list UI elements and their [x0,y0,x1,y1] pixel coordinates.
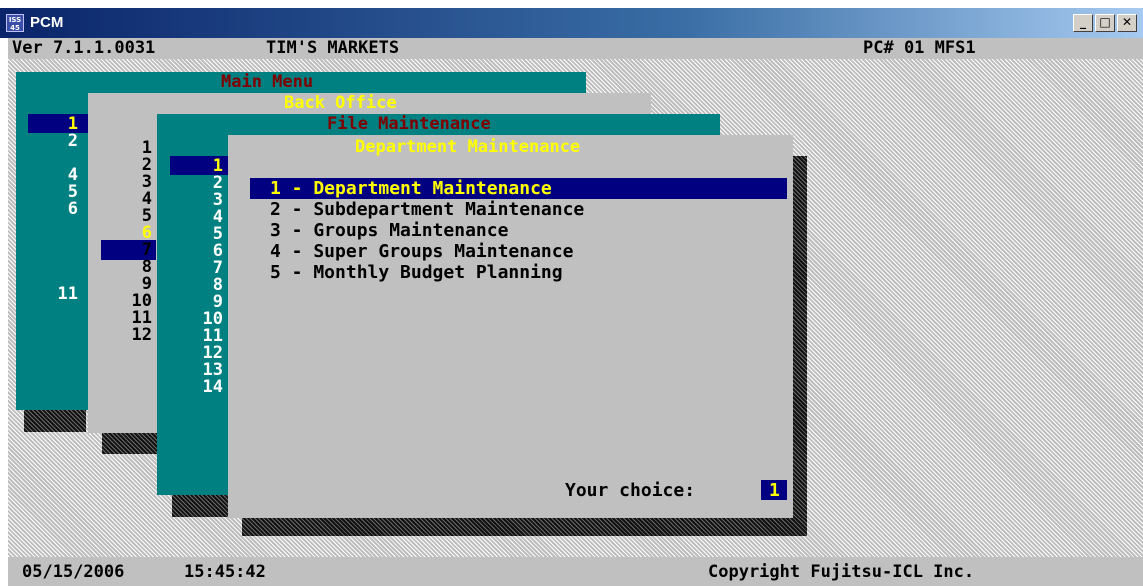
minimize-icon[interactable]: _ [1073,14,1093,32]
choice-label: Your choice: [565,480,696,501]
menu-item-department-maintenance[interactable]: 1 - Department Maintenance [270,178,552,199]
menu-item-super-groups-maintenance[interactable]: 4 - Super Groups Maintenance [270,241,573,262]
pc-id: PC# 01 MFS1 [863,38,976,58]
main-menu-shadow [24,410,86,432]
window-title-bar[interactable]: ISS 45 PCM _ □ ✕ [0,8,1143,38]
main-menu-title: Main Menu [221,72,314,92]
status-date: 05/15/2006 [22,562,125,582]
menu-item-subdepartment-maintenance[interactable]: 2 - Subdepartment Maintenance [270,199,584,220]
file-maintenance-title: File Maintenance [327,114,491,134]
window-title: PCM [30,14,64,31]
status-time: 15:45:42 [184,562,266,582]
maximize-icon[interactable]: □ [1095,14,1115,32]
choice-input[interactable]: 1 [761,480,787,501]
app-icon[interactable]: ISS 45 [6,14,24,32]
department-panel-shadow-right [793,156,807,536]
back-office-title: Back Office [284,93,397,113]
copyright-text: Copyright Fujitsu-ICL Inc. [708,562,975,582]
console-screen: Ver 7.1.1.0031 TIM'S MARKETS PC# 01 MFS1… [8,38,1143,586]
store-name: TIM'S MARKETS [266,38,400,58]
main-menu-item-2[interactable]: 2 [28,131,78,151]
file-maintenance-shadow [172,495,236,517]
menu-item-groups-maintenance[interactable]: 3 - Groups Maintenance [270,220,508,241]
main-menu-item-6[interactable]: 6 [28,199,78,219]
back-office-item-12[interactable]: 12 [102,325,152,345]
department-maintenance-title: Department Maintenance [355,137,581,157]
close-icon[interactable]: ✕ [1117,14,1137,32]
previous-window-strip [0,0,1143,8]
file-maintenance-item-14[interactable]: 14 [171,377,223,397]
choice-value[interactable]: 1 [769,480,780,501]
menu-item-monthly-budget-planning[interactable]: 5 - Monthly Budget Planning [270,262,563,283]
main-menu-item-11[interactable]: 11 [28,284,78,304]
version-label: Ver 7.1.1.0031 [12,38,156,58]
department-panel-shadow-bottom [242,518,807,536]
back-office-shadow [102,432,164,454]
